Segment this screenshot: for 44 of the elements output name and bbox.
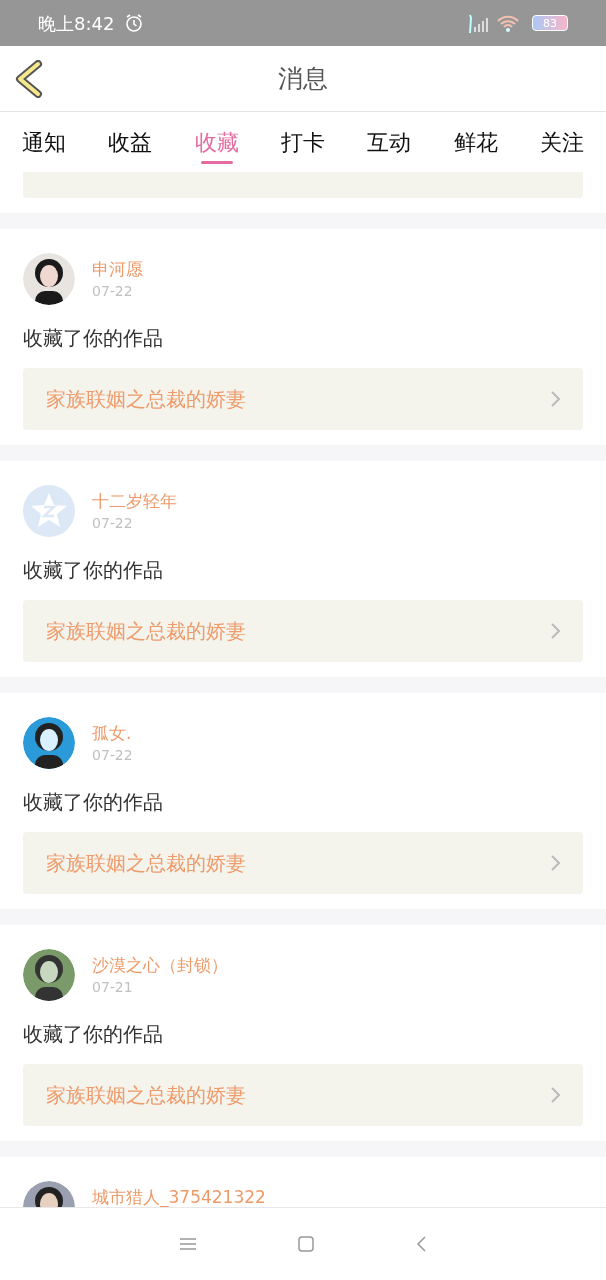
clock-time: 晚上8:42 [38, 11, 115, 36]
chevron-right-icon [550, 390, 560, 408]
date: 07-22 [92, 514, 134, 533]
tab[interactable]: 鲜花 [453, 112, 498, 172]
chevron-right-icon [550, 622, 560, 640]
tab[interactable]: 收益 [108, 112, 153, 172]
chevron-right-icon [550, 1086, 560, 1104]
book-link-card[interactable]: 家族联姻之总裁的娇妻 [23, 1064, 583, 1126]
message-text: 收藏了你的作品 [23, 325, 164, 352]
chevron-right-icon [550, 854, 560, 872]
tab[interactable]: 互动 [367, 112, 412, 172]
battery-icon: 83 [532, 15, 568, 31]
tab[interactable]: 通知 [22, 112, 66, 172]
book-link-card[interactable]: 家族联姻之总裁的娇妻 [23, 832, 583, 894]
message-text: 收藏了你的作品 [23, 557, 164, 584]
date: 07-22 [92, 282, 134, 301]
user-name[interactable]: 沙漠之心（封锁） [92, 953, 228, 977]
tab-underline [200, 161, 233, 164]
star-avatar-icon [23, 485, 75, 537]
book-title: 家族联姻之总裁的娇妻 [46, 386, 247, 413]
user-name[interactable]: 城市猎人_375421322 [92, 1185, 266, 1207]
back-button[interactable] [14, 59, 44, 98]
user-name[interactable]: 申河愿 [92, 257, 143, 281]
alarm-icon [124, 13, 145, 33]
wifi-icon [496, 13, 520, 33]
user-name[interactable]: 孤女. [92, 721, 133, 745]
tab[interactable]: 关注 [539, 112, 584, 172]
date: 07-22 [92, 746, 133, 765]
book-link-card[interactable]: 家族联姻之总裁的娇妻 [23, 600, 583, 662]
book-title: 家族联姻之总裁的娇妻 [46, 1082, 247, 1109]
book-title: 家族联姻之总裁的娇妻 [46, 850, 247, 877]
book-title: 家族联姻之总裁的娇妻 [46, 618, 247, 645]
message-text: 收藏了你的作品 [23, 1021, 164, 1048]
message-text: 收藏了你的作品 [23, 789, 164, 816]
home-icon[interactable] [297, 1235, 315, 1253]
tab[interactable]: 收藏 [194, 112, 239, 172]
tab[interactable]: 打卡 [281, 112, 325, 172]
menu-icon[interactable] [179, 1237, 197, 1251]
page-title: 消息 [278, 62, 328, 95]
user-name[interactable]: 十二岁轻年 [92, 489, 177, 513]
date: 07-21 [92, 978, 134, 997]
signal-icon [466, 13, 490, 33]
back-icon[interactable] [415, 1235, 427, 1253]
book-link-card[interactable]: 家族联姻之总裁的娇妻 [23, 368, 583, 430]
